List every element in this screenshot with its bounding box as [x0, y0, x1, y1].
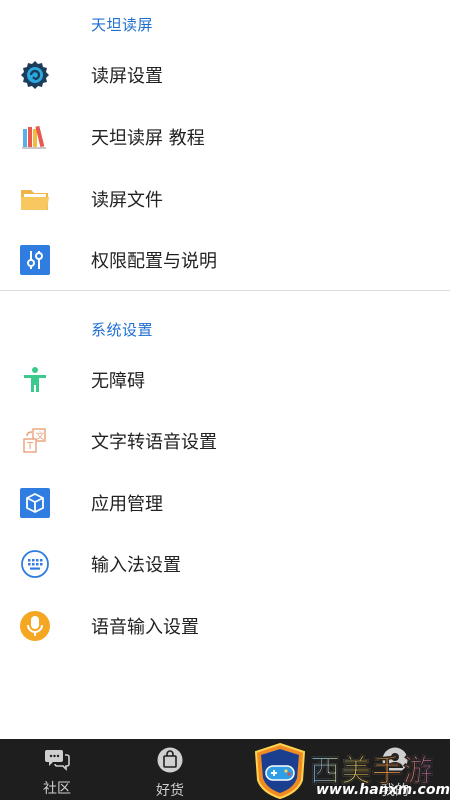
section-divider	[0, 290, 450, 291]
accessibility-icon	[19, 364, 51, 396]
menu-item-reader-settings[interactable]: 读屏设置	[0, 44, 450, 106]
shopping-bag-icon	[157, 747, 183, 777]
menu-item-voice-input[interactable]: 语音输入设置	[0, 595, 450, 657]
screen-reader-gear-icon	[19, 59, 51, 91]
menu-item-label: 权限配置与说明	[91, 251, 217, 272]
nav-tab-label: 社区	[43, 781, 71, 797]
chat-bubbles-icon	[44, 747, 70, 775]
nav-tab-goods[interactable]: 好货	[130, 739, 210, 800]
menu-item-label: 文字转语音设置	[91, 432, 217, 453]
sliders-icon	[19, 244, 51, 276]
menu-item-label: 天坦读屏 教程	[91, 128, 205, 149]
menu-item-permissions[interactable]: 权限配置与说明	[0, 229, 450, 291]
menu-item-label: 应用管理	[91, 494, 163, 515]
menu-item-label: 读屏文件	[91, 190, 163, 211]
watermark-url: www.hanxm.com	[316, 782, 450, 798]
site-watermark: 西美手游网 www.hanxm.com	[250, 742, 450, 800]
nav-tab-community[interactable]: 社区	[17, 739, 97, 800]
text-to-speech-icon: 文 T	[19, 425, 51, 457]
menu-item-label: 语音输入设置	[91, 617, 199, 638]
microphone-icon	[19, 610, 51, 642]
menu-item-app-management[interactable]: 应用管理	[0, 472, 450, 534]
menu-item-text-to-speech[interactable]: 文 T 文字转语音设置	[0, 410, 450, 472]
folder-icon	[19, 183, 51, 215]
menu-item-accessibility[interactable]: 无障碍	[0, 349, 450, 411]
section-header-system: 系统设置	[91, 321, 154, 339]
menu-item-label: 无障碍	[91, 371, 145, 392]
keyboard-icon	[19, 548, 51, 580]
gamepad-shield-icon	[252, 742, 308, 800]
svg-text:文: 文	[36, 430, 45, 442]
nav-tab-label: 好货	[156, 783, 184, 799]
app-cube-icon	[19, 487, 51, 519]
menu-item-tutorial[interactable]: 天坦读屏 教程	[0, 106, 450, 168]
menu-item-reader-files[interactable]: 读屏文件	[0, 168, 450, 230]
books-icon	[19, 121, 51, 153]
menu-item-label: 输入法设置	[91, 555, 181, 576]
svg-text:T: T	[26, 441, 34, 452]
menu-item-input-method[interactable]: 输入法设置	[0, 533, 450, 595]
section-header-reader: 天坦读屏	[91, 16, 154, 34]
menu-item-label: 读屏设置	[91, 66, 163, 87]
